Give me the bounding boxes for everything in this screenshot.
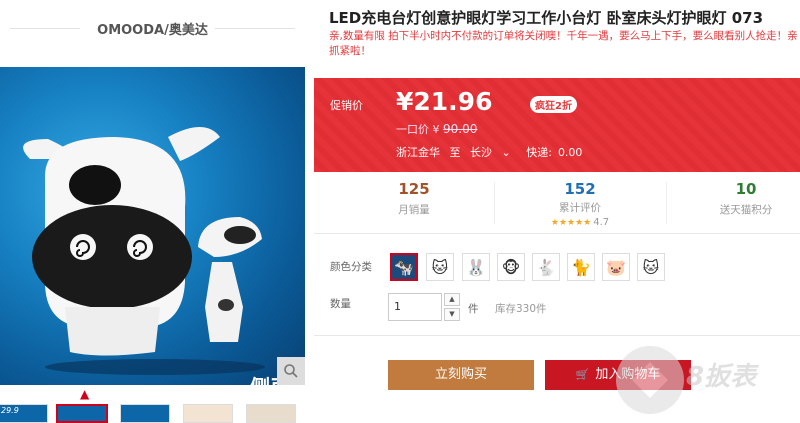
cat-icon: 🐱 <box>431 257 449 277</box>
brand-header: OMOODA/奥美达 <box>0 0 305 58</box>
ship-to-label: 至 <box>449 146 461 159</box>
promo-price-label: 促销价 <box>330 99 363 112</box>
reviews-count: 152 <box>564 180 596 198</box>
monthly-sales-stat: 125 月销量 <box>334 180 494 217</box>
points-stat: 10 送天猫积分 <box>666 180 800 217</box>
original-price: 一口价 ¥ 90.00 <box>396 121 477 137</box>
discount-badge: 疯狂2折 <box>530 96 577 113</box>
reviews-stat[interactable]: 152 累计评价 ★★★★★ 4.7 <box>500 180 660 228</box>
brand-divider-right <box>215 28 295 29</box>
pig-icon: 🐷 <box>606 257 626 277</box>
stat-divider <box>494 182 495 224</box>
ship-to-select[interactable]: 长沙 ⌄ <box>470 146 517 159</box>
points-value: 10 <box>735 180 757 198</box>
monkey-icon: 🐵 <box>501 257 521 277</box>
watermark-text: 8扳表 <box>686 362 757 392</box>
cart-icon: 🛒 <box>575 368 590 381</box>
product-main-image[interactable]: 侧面 <box>0 67 305 385</box>
quantity-unit: 件 <box>468 303 479 315</box>
monthly-sales-value: 125 <box>398 180 430 198</box>
chevron-down-icon: ⌄ <box>501 146 511 159</box>
rabbit-icon: 🐰 <box>466 257 486 277</box>
current-price: ¥21.96 <box>396 87 493 116</box>
star-icons: ★★★★★ <box>550 218 592 228</box>
thumbnail-strip: 29.9 <box>0 404 305 423</box>
rating-stars: ★★★★★ 4.7 <box>500 217 660 228</box>
shipping-info: 浙江金华 至 长沙 ⌄ 快递: 0.00 <box>396 144 588 160</box>
color-swatch-8[interactable]: 🐱 <box>637 253 665 281</box>
section-divider <box>314 335 800 336</box>
rating-score: 4.7 <box>593 217 610 228</box>
color-swatch-4[interactable]: 🐵 <box>497 253 525 281</box>
color-category-label: 颜色分类 <box>330 261 372 273</box>
product-title: LED充电台灯创意护眼灯学习工作小台灯 卧室床头灯护眼灯 073 <box>329 9 764 27</box>
ship-from: 浙江金华 <box>396 146 440 159</box>
thumbnail-1[interactable]: 29.9 <box>0 404 48 423</box>
quantity-label: 数量 <box>330 298 351 310</box>
quantity-decrease-button[interactable]: ▼ <box>444 308 460 321</box>
original-price-label: 一口价 <box>396 123 429 136</box>
thumb-up-arrow-icon[interactable]: ▲ <box>80 387 89 401</box>
original-price-currency: ¥ <box>432 123 440 136</box>
cow-lamp-illustration <box>23 127 265 375</box>
original-price-value: 90.00 <box>443 122 478 136</box>
ship-fee-label: 快递: <box>526 146 552 159</box>
ship-fee: 0.00 <box>557 146 583 159</box>
buy-now-button[interactable]: 立刻购买 <box>388 360 534 390</box>
product-subtitle: 亲,数量有限 拍下半小时内不付款的订单将关闭噢！千年一遇，要么马上下手，要么眼看… <box>329 30 798 57</box>
quantity-increase-button[interactable]: ▲ <box>444 293 460 306</box>
color-swatch-1[interactable]: 🐄 <box>390 253 418 281</box>
thumbnail-price-label: 29.9 <box>1 406 19 415</box>
price-panel: 促销价 ¥21.96 疯狂2折 一口价 ¥ 90.00 浙江金华 至 长沙 ⌄ … <box>314 78 800 172</box>
quantity-input[interactable]: 1 <box>388 293 442 321</box>
watermark-logo-icon <box>616 346 684 414</box>
thumbnail-2-selected[interactable] <box>56 404 108 423</box>
site-watermark: 8扳表 <box>610 340 800 420</box>
chevron-down-icon: ▼ <box>449 310 455 318</box>
color-swatch-3[interactable]: 🐰 <box>462 253 490 281</box>
magnifier-icon <box>284 364 298 378</box>
thumbnail-3[interactable] <box>120 404 170 423</box>
color-swatch-5[interactable]: 🐇 <box>532 253 560 281</box>
zoom-button[interactable] <box>277 357 305 385</box>
thumbnail-5[interactable] <box>246 404 296 423</box>
cat-icon: 🐈 <box>571 257 591 277</box>
sales-stats: 125 月销量 152 累计评价 ★★★★★ 4.7 10 送天猫积分 <box>314 172 800 234</box>
ship-to-value: 长沙 <box>470 146 492 159</box>
cow-icon: 🐄 <box>394 257 414 277</box>
monthly-sales-label: 月销量 <box>398 204 430 216</box>
points-label: 送天猫积分 <box>719 204 773 216</box>
color-swatch-6[interactable]: 🐈 <box>567 253 595 281</box>
cat-icon: 🐱 <box>642 257 660 277</box>
thumbnail-4[interactable] <box>183 404 233 423</box>
stock-count: 库存330件 <box>495 303 547 315</box>
color-swatch-7[interactable]: 🐷 <box>602 253 630 281</box>
color-swatch-2[interactable]: 🐱 <box>426 253 454 281</box>
rabbit-icon: 🐇 <box>536 257 556 277</box>
reviews-label: 累计评价 <box>559 202 601 214</box>
chevron-up-icon: ▲ <box>449 295 455 303</box>
